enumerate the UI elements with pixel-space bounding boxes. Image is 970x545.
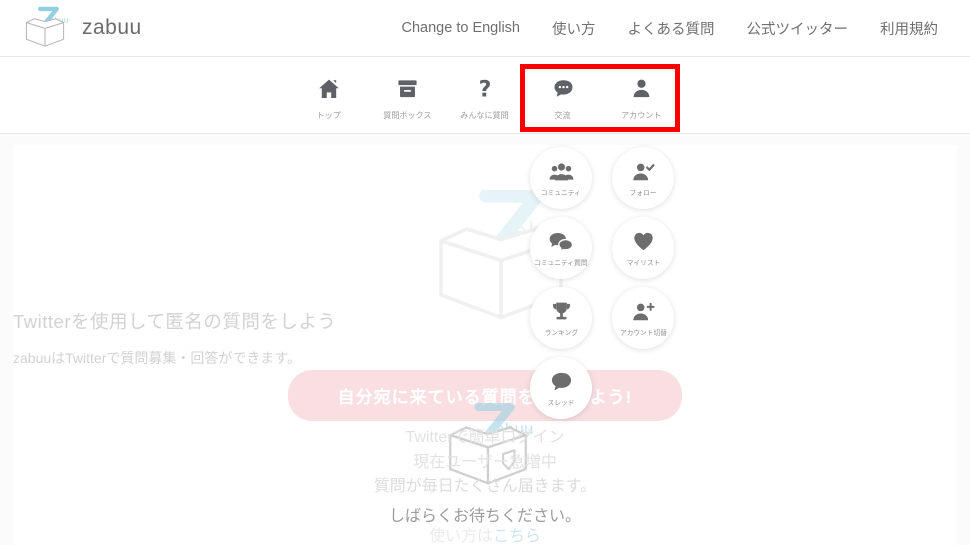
fab-label-community-question: コミュニティ質問	[534, 259, 588, 267]
navbar-label-ask-everyone: みんなに質問	[460, 109, 510, 120]
header-nav: Change to English 使い方 よくある質問 公式ツイッター 利用規…	[386, 18, 955, 39]
nav-faq[interactable]: よくある質問	[612, 18, 731, 39]
brand-name: zabuu	[82, 16, 142, 39]
icon-navbar: トップ 質問ボックス ? みんなに質問 交流 アカウント	[0, 57, 970, 134]
fab-community-question[interactable]: コミュニティ質問	[530, 217, 592, 279]
nav-change-to-english[interactable]: Change to English	[386, 20, 537, 36]
daily-questions-line: 質問が毎日たくさん届きます。	[373, 478, 597, 495]
fab-follow[interactable]: フォロー	[612, 147, 674, 209]
login-hint-line: Twitterで簡単ログイン	[405, 429, 565, 446]
navbar-item-account[interactable]: アカウント	[602, 70, 680, 121]
box-icon	[396, 74, 419, 104]
navbar-label-exchange: 交流	[554, 109, 572, 120]
person-check-icon	[631, 159, 655, 185]
fab-community[interactable]: コミュニティ	[530, 147, 592, 209]
navbar-item-ask-everyone[interactable]: ? みんなに質問	[446, 70, 524, 121]
fab-mylist[interactable]: マイリスト	[612, 217, 674, 279]
icon-navbar-items: トップ 質問ボックス ? みんなに質問 交流 アカウント	[290, 70, 680, 121]
fab-label-community: コミュニティ	[541, 189, 581, 197]
fab-label-follow: フォロー	[629, 189, 657, 197]
double-chat-bubble-icon	[548, 229, 574, 255]
navbar-label-account: アカウント	[620, 109, 662, 120]
nav-howto[interactable]: 使い方	[536, 18, 612, 39]
fab-label-ranking: ランキング	[544, 329, 578, 337]
chat-bubble-icon	[550, 369, 573, 395]
question-mark-icon: ?	[473, 74, 497, 104]
hero-headline: Twitterを使用して匿名の質問をしよう	[13, 311, 337, 332]
fab-ranking[interactable]: ランキング	[530, 287, 592, 349]
main-content-card: abuu Twitterを使用して匿名の質問をしよう zabuuはTwitter…	[13, 145, 957, 545]
community-group-icon	[549, 159, 574, 185]
person-icon	[630, 74, 653, 104]
howto-prefix-text: 使い方は	[428, 528, 493, 545]
svg-text:?: ?	[479, 77, 492, 101]
person-plus-icon	[631, 299, 655, 325]
fab-label-account-switch: アカウント切替	[619, 329, 667, 337]
nav-official-twitter[interactable]: 公式ツイッター	[731, 18, 865, 39]
fab-thread[interactable]: スレッド	[530, 357, 592, 419]
hero-subheadline: zabuuはTwitterで質問募集・回答ができます。	[13, 350, 301, 366]
fab-label-thread: スレッド	[547, 399, 575, 407]
site-header: abuu zabuu Change to English 使い方 よくある質問 …	[0, 0, 970, 57]
navbar-item-top[interactable]: トップ	[290, 70, 368, 121]
growth-hint-line: 現在ユーザー急増中	[413, 454, 557, 471]
brand-logo-link[interactable]: abuu zabuu	[20, 6, 142, 50]
navbar-label-question-box: 質問ボックス	[382, 109, 432, 120]
navbar-label-top: トップ	[316, 109, 342, 120]
zabuu-box-logo-icon: abuu	[20, 6, 70, 50]
howto-hint: 使い方はこちら	[13, 522, 957, 545]
fab-label-mylist: マイリスト	[626, 259, 660, 267]
nav-terms[interactable]: 利用規約	[864, 18, 954, 39]
navbar-item-exchange[interactable]: 交流	[524, 70, 602, 121]
trophy-icon	[550, 299, 573, 325]
fab-account-switch[interactable]: アカウント切替	[612, 287, 674, 349]
navbar-item-question-box[interactable]: 質問ボックス	[368, 70, 446, 121]
home-icon	[317, 74, 341, 104]
chat-bubble-icon	[552, 74, 575, 104]
howto-link[interactable]: こちら	[493, 528, 541, 545]
heart-icon	[632, 229, 655, 255]
